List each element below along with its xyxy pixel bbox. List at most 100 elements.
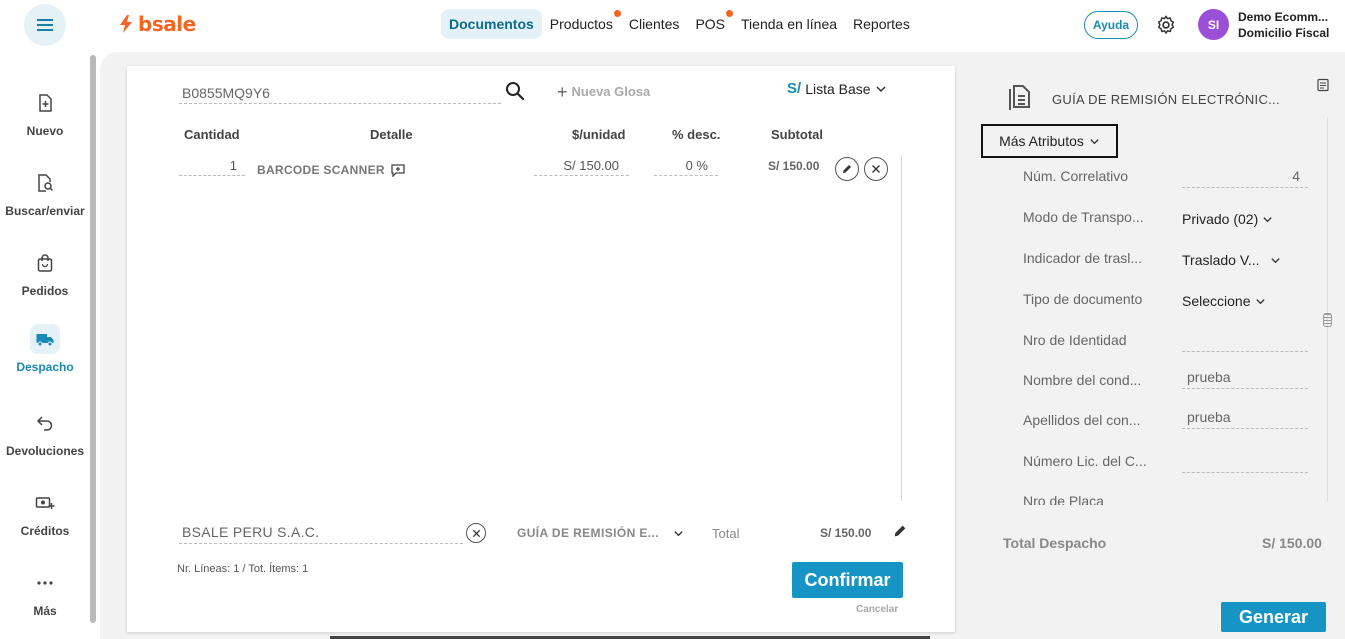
attr-row-placa: Nro de Placa (1000, 485, 1320, 505)
comment-add-icon[interactable] (391, 163, 405, 177)
qty-input[interactable]: 1 (179, 158, 245, 176)
chevron-down-icon (1270, 257, 1280, 263)
attr-label: Nro de Identidad (1023, 332, 1127, 348)
money-plus-icon (35, 497, 55, 509)
column-header-subtotal: Subtotal (771, 127, 823, 142)
attr-label: Núm. Correlativo (1023, 168, 1129, 184)
sidebar-item-label: Despacho (16, 360, 74, 374)
panel-scroll-handle[interactable] (1323, 313, 1332, 327)
document-type-label: GUÍA DE REMISIÓN E... (517, 526, 659, 540)
attr-label: Nombre del cond... (1023, 372, 1142, 388)
sidebar-item-buscar-enviar[interactable]: Buscar/enviar (0, 168, 90, 218)
sidebar-item-label: Buscar/enviar (5, 204, 85, 218)
lines-summary: Nr. Líneas: 1 / Tot. Ítems: 1 (177, 563, 309, 575)
sidebar-item-label: Nuevo (26, 124, 64, 138)
attr-row-nombre-conductor: Nombre del cond... prueba (1000, 364, 1320, 396)
edit-line-button[interactable] (835, 157, 859, 181)
new-gloss-button[interactable]: + Nueva Glosa (557, 82, 650, 103)
nav-documentos[interactable]: Documentos (441, 9, 542, 39)
chevron-down-icon (876, 85, 886, 92)
sidebar-item-label: Créditos (20, 524, 70, 538)
plus-icon: + (557, 82, 568, 102)
gear-icon[interactable] (1155, 14, 1177, 36)
chevron-down-icon (1090, 138, 1099, 144)
new-gloss-label: Nueva Glosa (571, 84, 651, 99)
sidebar: Nuevo Buscar/enviar Pedidos Despacho Dev… (0, 52, 90, 639)
side-icon-wrap (30, 324, 60, 354)
attr-label: Tipo de documento (1023, 291, 1143, 307)
generate-button[interactable]: Generar (1221, 602, 1326, 632)
bolt-logo-icon (120, 15, 132, 33)
discount-input[interactable]: 0 % (654, 158, 718, 176)
chevron-down-icon (1263, 216, 1272, 222)
attr-row-tipo-documento: Tipo de documento Seleccione (1000, 283, 1320, 315)
attr-label: Indicador de trasl... (1023, 250, 1143, 266)
price-list-select[interactable]: S/ Lista Base (787, 80, 887, 97)
cancel-link[interactable]: Cancelar (856, 604, 898, 615)
sidebar-item-mas[interactable]: Más (0, 568, 90, 618)
line-subtotal: S/ 150.00 (768, 159, 820, 173)
nav-label: Clientes (628, 16, 680, 32)
panel-scroll-track (1327, 117, 1328, 502)
document-type-select[interactable]: GUÍA DE REMISIÓN E... (517, 526, 684, 540)
driver-name-input[interactable]: prueba (1182, 369, 1308, 389)
column-header-discount: % desc. (672, 127, 721, 142)
transport-mode-select[interactable]: Privado (02) (1182, 209, 1308, 229)
sidebar-scrollbar[interactable] (90, 55, 96, 623)
transfer-indicator-select[interactable]: Traslado V... (1182, 250, 1308, 270)
attr-row-indicador-traslado: Indicador de trasl... Traslado V... (1000, 242, 1320, 274)
chevron-down-icon (1255, 298, 1265, 304)
remove-line-button[interactable] (864, 157, 888, 181)
search-icon[interactable] (504, 80, 526, 102)
unit-price-input[interactable]: S/ 150.00 (534, 158, 629, 176)
nav-pos[interactable]: POS (687, 9, 734, 39)
license-number-input[interactable] (1182, 453, 1308, 473)
identity-number-input[interactable] (1182, 332, 1308, 352)
menu-toggle-button[interactable] (24, 4, 66, 46)
attr-label: Nro de Placa (1023, 493, 1104, 505)
driver-lastname-input[interactable]: prueba (1182, 409, 1308, 429)
side-icon-wrap (30, 88, 60, 118)
notes-icon[interactable] (1316, 78, 1330, 92)
side-icon-wrap (30, 248, 60, 278)
nav-label: POS (695, 16, 726, 32)
confirm-button[interactable]: Confirmar (792, 562, 903, 598)
nav-productos[interactable]: Productos (542, 9, 621, 39)
attributes-list[interactable]: Núm. Correlativo 4 Modo de Transpo... Pr… (1000, 160, 1320, 505)
attr-row-modo-transporte: Modo de Transpo... Privado (02) (1000, 201, 1320, 233)
sidebar-item-despacho[interactable]: Despacho (0, 324, 90, 374)
bsale-logo[interactable]: bsale (118, 12, 196, 36)
notification-dot (726, 10, 734, 17)
more-attributes-toggle[interactable]: Más Atributos (981, 124, 1118, 158)
nav-label: Reportes (853, 16, 910, 32)
currency-symbol: S/ (787, 80, 802, 97)
product-search-input[interactable]: B0855MQ9Y6 (179, 82, 501, 104)
pencil-icon[interactable] (892, 523, 908, 539)
help-button[interactable]: Ayuda (1084, 11, 1138, 39)
account-name: Demo Ecomm... (1238, 10, 1329, 24)
sidebar-item-creditos[interactable]: Créditos (0, 488, 90, 538)
nav-reportes[interactable]: Reportes (845, 9, 918, 39)
column-header-qty: Cantidad (184, 127, 240, 142)
select-value: Seleccione (1182, 293, 1251, 309)
nav-label: Productos (549, 16, 613, 32)
sidebar-item-devoluciones[interactable]: Devoluciones (0, 408, 90, 458)
hamburger-icon (37, 19, 53, 31)
attr-row-correlativo: Núm. Correlativo 4 (1000, 160, 1320, 192)
account-info[interactable]: Demo Ecomm... Domicilio Fiscal (1238, 9, 1329, 41)
close-icon (472, 529, 480, 537)
client-input[interactable]: BSALE PERU S.A.C. (179, 524, 463, 544)
top-bar: bsale Documentos Productos Clientes POS … (0, 0, 1345, 52)
document-type-attr-select[interactable]: Seleccione (1182, 291, 1308, 311)
sidebar-item-pedidos[interactable]: Pedidos (0, 248, 90, 298)
correlativo-input[interactable]: 4 (1182, 168, 1308, 188)
side-icon-wrap (30, 408, 60, 438)
logo-text: bsale (138, 12, 196, 36)
avatar[interactable]: SI (1198, 9, 1229, 40)
nav-clientes[interactable]: Clientes (621, 9, 688, 39)
sidebar-item-label: Más (33, 604, 57, 618)
clear-client-button[interactable] (466, 523, 486, 543)
nav-tienda-en-linea[interactable]: Tienda en línea (733, 9, 845, 39)
plate-number-input[interactable] (1182, 493, 1308, 505)
sidebar-item-nuevo[interactable]: Nuevo (0, 88, 90, 138)
